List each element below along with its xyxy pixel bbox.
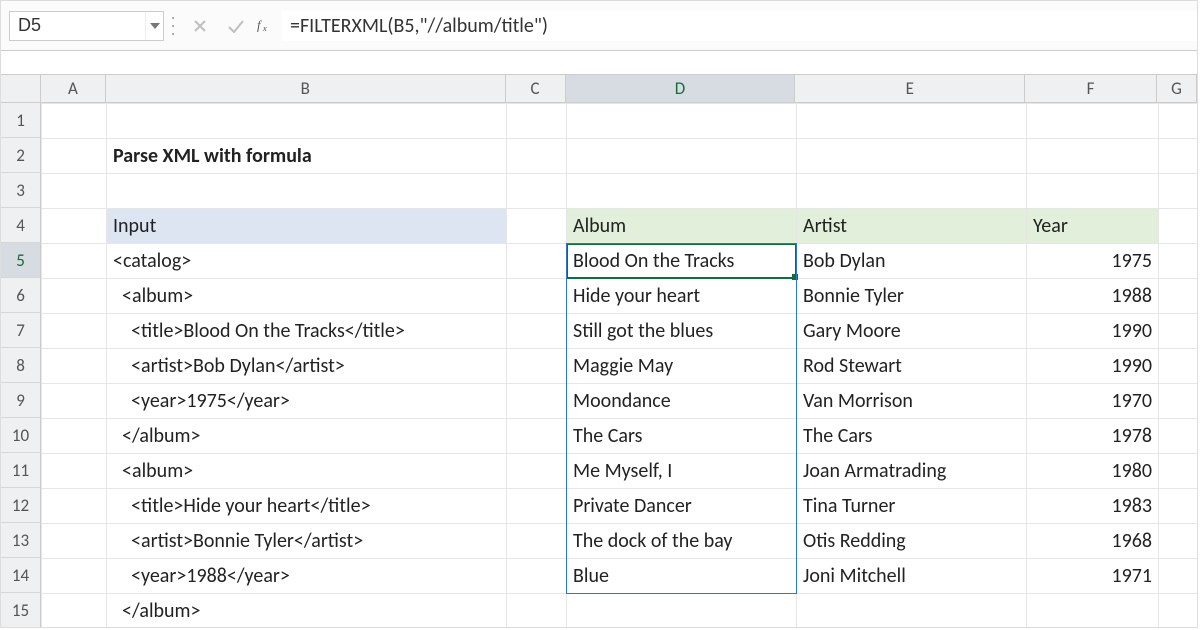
artist-cell[interactable]: Bob Dylan: [797, 244, 1027, 279]
column-header[interactable]: E: [795, 75, 1025, 102]
row-header[interactable]: 11: [1, 453, 40, 488]
cell-text: <album>: [113, 284, 193, 308]
enter-icon: [218, 8, 254, 44]
table-header-album[interactable]: Album: [567, 209, 797, 244]
formula-bar-input[interactable]: =FILTERXML(B5,"//album/title"): [282, 11, 1197, 41]
select-all-corner[interactable]: [1, 75, 40, 103]
table-header-artist[interactable]: Artist: [797, 209, 1027, 244]
cells-area[interactable]: Parse XML with formula Input Album Artis…: [41, 103, 1197, 627]
row-header[interactable]: 13: [1, 523, 40, 558]
xml-line-cell[interactable]: </album>: [107, 419, 507, 454]
row-header[interactable]: 8: [1, 348, 40, 383]
album-cell[interactable]: The dock of the bay: [567, 524, 797, 559]
album-cell[interactable]: The Cars: [567, 419, 797, 454]
xml-line-cell[interactable]: <artist>Bob Dylan</artist>: [107, 349, 507, 384]
cell-text: <artist>Bob Dylan</artist>: [113, 354, 345, 378]
artist-cell[interactable]: Rod Stewart: [797, 349, 1027, 384]
row-header[interactable]: 6: [1, 278, 40, 313]
album-cell[interactable]: Maggie May: [567, 349, 797, 384]
year-cell[interactable]: 1978: [1027, 419, 1159, 454]
album-cell[interactable]: Blue: [567, 559, 797, 594]
xml-line-cell[interactable]: <year>1988</year>: [107, 559, 507, 594]
row-header[interactable]: 4: [1, 208, 40, 243]
table-header-year[interactable]: Year: [1027, 209, 1159, 244]
column-headers: A B C D E F G: [41, 75, 1197, 103]
worksheet-grid[interactable]: 1 2 3 4 5 6 7 8 9 10 11 12 13 14 15 A B …: [1, 75, 1197, 627]
artist-cell[interactable]: Otis Redding: [797, 524, 1027, 559]
xml-line-cell[interactable]: <title>Hide your heart</title>: [107, 489, 507, 524]
row-header[interactable]: 15: [1, 593, 40, 627]
album-cell[interactable]: Private Dancer: [567, 489, 797, 524]
row-header[interactable]: 7: [1, 313, 40, 348]
year-cell[interactable]: 1971: [1027, 559, 1159, 594]
artist-cell[interactable]: Van Morrison: [797, 384, 1027, 419]
excel-window: f x =FILTERXML(B5,"//album/title") 1 2 3…: [0, 0, 1198, 628]
artist-cell[interactable]: Tina Turner: [797, 489, 1027, 524]
svg-text:x: x: [262, 23, 267, 33]
cell-text: <album>: [113, 459, 193, 483]
xml-line-cell[interactable]: <title>Blood On the Tracks</title>: [107, 314, 507, 349]
row-headers: 1 2 3 4 5 6 7 8 9 10 11 12 13 14 15: [1, 75, 41, 627]
row-header[interactable]: 5: [1, 243, 40, 278]
cancel-icon: [182, 8, 218, 44]
row-header[interactable]: 1: [1, 103, 40, 138]
xml-line-cell[interactable]: <album>: [107, 454, 507, 489]
year-cell[interactable]: 1970: [1027, 384, 1159, 419]
cell-text: <catalog>: [113, 249, 191, 273]
formula-bar-grip[interactable]: [170, 8, 176, 44]
year-cell[interactable]: 1983: [1027, 489, 1159, 524]
row-header[interactable]: 2: [1, 138, 40, 173]
page-title: Parse XML with formula: [107, 139, 507, 174]
sheet-body: A B C D E F G Parse XML with formula: [41, 75, 1197, 627]
name-box[interactable]: [9, 11, 164, 41]
year-cell[interactable]: 1980: [1027, 454, 1159, 489]
cell-text: </album>: [113, 424, 201, 448]
album-cell[interactable]: Still got the blues: [567, 314, 797, 349]
album-cell[interactable]: Blood On the Tracks: [567, 244, 797, 279]
cell-text: <artist>Bonnie Tyler</artist>: [113, 529, 363, 553]
year-cell[interactable]: 1990: [1027, 314, 1159, 349]
year-cell[interactable]: 1990: [1027, 349, 1159, 384]
artist-cell[interactable]: Gary Moore: [797, 314, 1027, 349]
formula-bar-separator: [1, 51, 1197, 75]
year-cell[interactable]: 1975: [1027, 244, 1159, 279]
cell-text: <year>1988</year>: [113, 564, 290, 588]
cell-text: <year>1975</year>: [113, 389, 290, 413]
column-header[interactable]: A: [41, 75, 106, 102]
artist-cell[interactable]: Joan Armatrading: [797, 454, 1027, 489]
name-box-dropdown-icon[interactable]: [145, 12, 163, 40]
row-header[interactable]: 12: [1, 488, 40, 523]
column-header[interactable]: B: [106, 75, 506, 102]
formula-bar-row: f x =FILTERXML(B5,"//album/title"): [1, 1, 1197, 51]
year-cell[interactable]: 1988: [1027, 279, 1159, 314]
album-cell[interactable]: Hide your heart: [567, 279, 797, 314]
artist-cell[interactable]: The Cars: [797, 419, 1027, 454]
album-cell[interactable]: Moondance: [567, 384, 797, 419]
insert-function-icon[interactable]: f x: [254, 8, 282, 44]
album-cell[interactable]: Me Myself, I: [567, 454, 797, 489]
xml-line-cell[interactable]: <artist>Bonnie Tyler</artist>: [107, 524, 507, 559]
input-header-cell[interactable]: Input: [107, 209, 507, 244]
cell-text: <title>Blood On the Tracks</title>: [113, 319, 405, 343]
xml-line-cell[interactable]: </album>: [107, 594, 507, 628]
column-header[interactable]: D: [566, 75, 796, 102]
column-header[interactable]: C: [506, 75, 566, 102]
xml-line-cell[interactable]: <year>1975</year>: [107, 384, 507, 419]
column-header[interactable]: F: [1025, 75, 1157, 102]
row-header[interactable]: 9: [1, 383, 40, 418]
artist-cell[interactable]: Joni Mitchell: [797, 559, 1027, 594]
row-header[interactable]: 3: [1, 173, 40, 208]
column-header[interactable]: G: [1157, 75, 1197, 102]
name-box-input[interactable]: [10, 15, 145, 36]
artist-cell[interactable]: Bonnie Tyler: [797, 279, 1027, 314]
row-header[interactable]: 14: [1, 558, 40, 593]
year-cell[interactable]: 1968: [1027, 524, 1159, 559]
xml-line-cell[interactable]: <album>: [107, 279, 507, 314]
svg-text:f: f: [257, 18, 262, 32]
xml-line-cell[interactable]: <catalog>: [107, 244, 507, 279]
cell-text: </album>: [113, 599, 201, 623]
row-header[interactable]: 10: [1, 418, 40, 453]
cell-text: <title>Hide your heart</title>: [113, 494, 371, 518]
